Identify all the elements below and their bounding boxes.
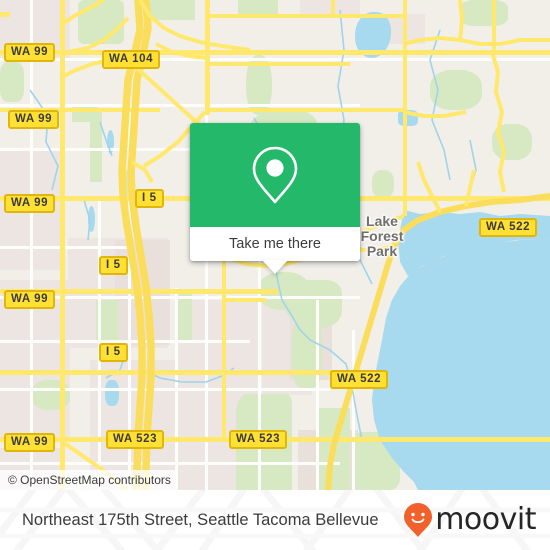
- highway-shield: I 5: [99, 256, 128, 275]
- map-screenshot: Lake Forest Park WA 99 WA 104 WA 99 WA 99 I …: [0, 0, 550, 550]
- highway-shield: WA 99: [4, 194, 56, 213]
- moovit-smiley-pin-icon: [404, 503, 433, 537]
- highway-shield: I 5: [135, 189, 164, 208]
- highway-shield: I 5: [99, 343, 128, 362]
- popup-pointer-tail: [262, 260, 288, 274]
- location-popup-card[interactable]: Take me there: [190, 123, 360, 274]
- moovit-logo[interactable]: moovit: [403, 502, 536, 538]
- take-me-there-button[interactable]: Take me there: [190, 227, 360, 261]
- location-title: Northeast 175th Street, Seattle Tacoma B…: [22, 510, 379, 529]
- popup-header: [190, 123, 360, 227]
- footer-content: Northeast 175th Street, Seattle Tacoma B…: [0, 490, 550, 550]
- highway-shield: WA 99: [4, 43, 56, 62]
- highway-shield: WA 99: [4, 433, 56, 452]
- highway-shield: WA 523: [106, 430, 165, 449]
- osm-attribution[interactable]: © OpenStreetMap contributors: [0, 470, 177, 490]
- highway-shield: WA 99: [4, 290, 56, 309]
- moovit-wordmark: moovit: [435, 502, 536, 537]
- highway-shield: WA 522: [479, 218, 538, 237]
- highway-shield: WA 104: [102, 50, 161, 69]
- footer-bar: Northeast 175th Street, Seattle Tacoma B…: [0, 490, 550, 550]
- highway-shield: WA 523: [229, 430, 288, 449]
- highway-shield: WA 522: [330, 370, 389, 389]
- highway-shield: WA 99: [8, 110, 60, 129]
- map-pin-icon: [252, 146, 298, 204]
- map-canvas[interactable]: Lake Forest Park WA 99 WA 104 WA 99 WA 99 I …: [0, 0, 550, 490]
- take-me-there-label: Take me there: [229, 236, 321, 252]
